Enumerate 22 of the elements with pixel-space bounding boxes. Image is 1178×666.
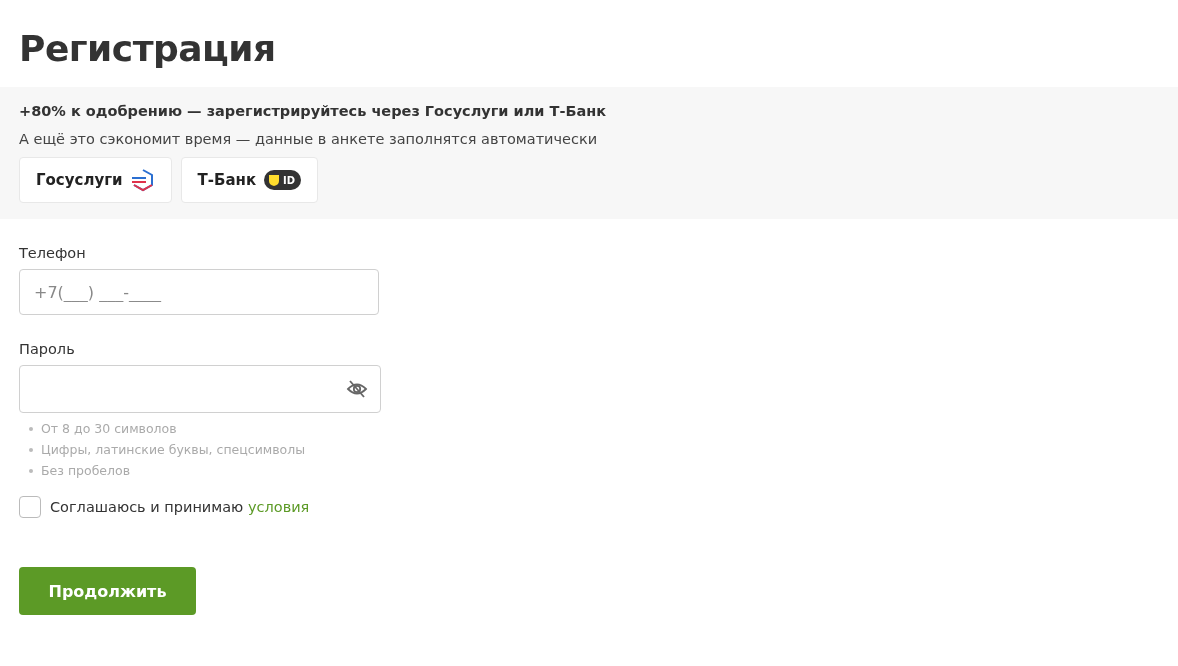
phone-field[interactable]: +7(___) ___-____ bbox=[19, 269, 379, 315]
bullet-icon bbox=[29, 468, 33, 473]
checkbox[interactable] bbox=[19, 496, 41, 518]
terms-link[interactable]: условия bbox=[247, 499, 310, 515]
provider-button[interactable]: Госуслуги bbox=[19, 157, 172, 203]
field-label: Телефон bbox=[19, 245, 87, 261]
bullet-icon bbox=[29, 426, 33, 431]
id-badge: ID bbox=[264, 170, 302, 190]
promo-headline: +80% к одобрению — зарегистрируйтесь через Госуслуги или Т-Банк bbox=[19, 103, 608, 119]
field-label: Пароль bbox=[19, 341, 76, 357]
agreement-text: Соглашаюсь и принимаю условия bbox=[50, 499, 310, 515]
password-hint: Цифры, латинские буквы, спецсимволы bbox=[41, 442, 306, 457]
password-field[interactable] bbox=[19, 365, 381, 413]
promo-subtitle: А ещё это сэкономит время — данные в анкете заполнятся автоматически bbox=[19, 131, 599, 147]
bullet-icon bbox=[29, 447, 33, 452]
password-hint: От 8 до 30 символов bbox=[41, 421, 177, 436]
provider-button[interactable]: Т-Банк ID bbox=[180, 157, 319, 203]
eye-slash-icon[interactable] bbox=[346, 378, 368, 400]
shield-icon bbox=[268, 173, 281, 187]
password-hint: Без пробелов bbox=[41, 463, 131, 478]
hexagon-logo-icon bbox=[130, 168, 155, 192]
page-title: Регистрация bbox=[19, 28, 277, 69]
